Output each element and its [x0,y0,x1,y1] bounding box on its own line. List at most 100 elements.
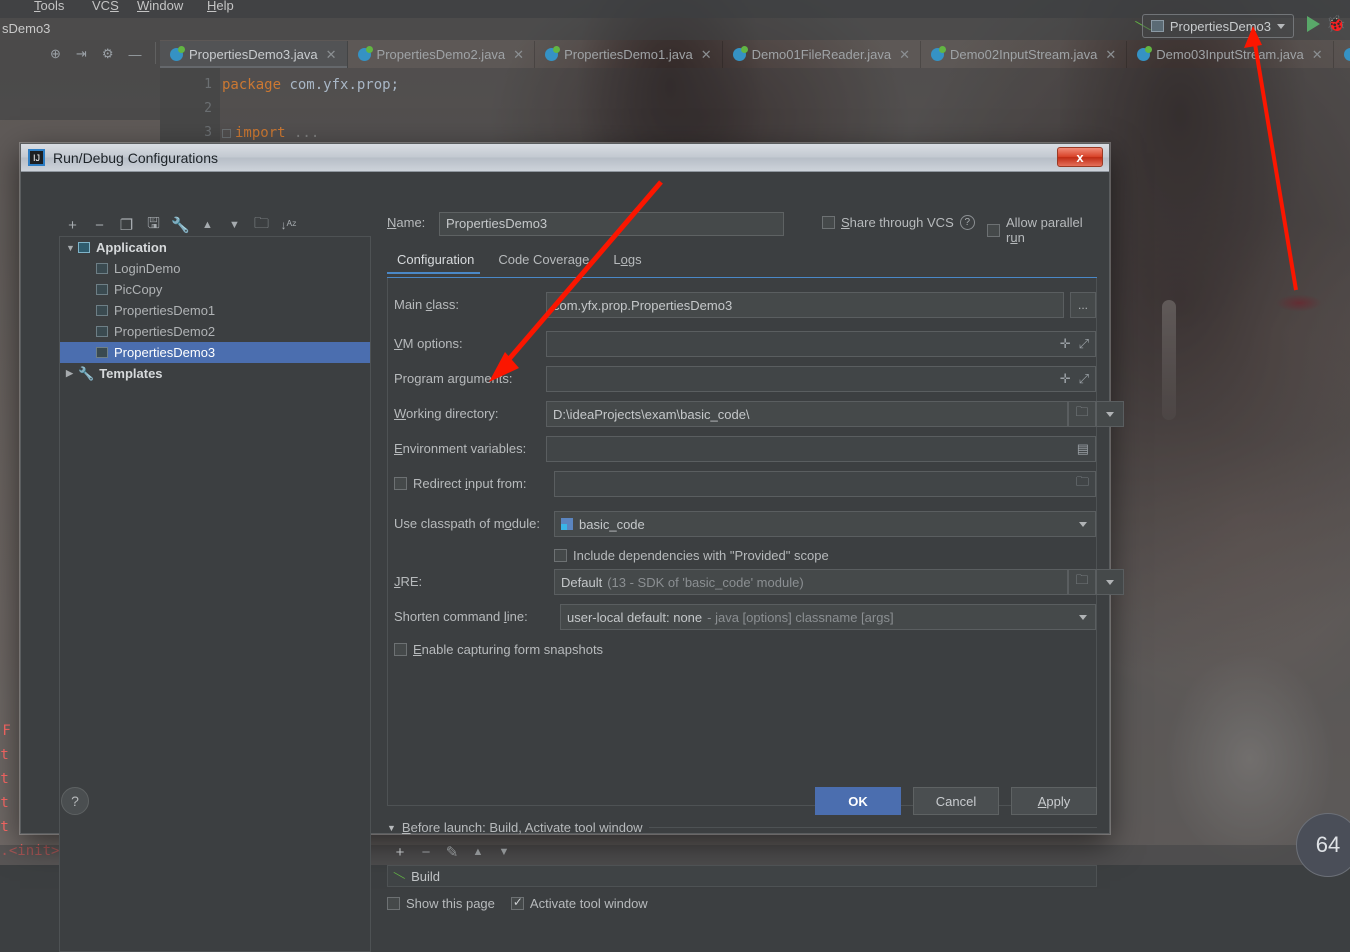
close-icon[interactable]: ✕ [1312,47,1323,63]
checkbox-box[interactable] [394,642,407,656]
before-launch-task-list[interactable]: ⟍ Build [387,865,1097,887]
before-launch-header[interactable]: ▼ Before launch: Build, Activate tool wi… [387,820,1097,835]
run-configuration-selector[interactable]: PropertiesDemo3 [1141,14,1294,38]
collapse-all-icon[interactable]: ⇥ [76,46,87,62]
close-icon[interactable]: ✕ [326,47,337,63]
include-provided-checkbox[interactable]: Include dependencies with "Provided" sco… [554,548,829,563]
working-directory-dropdown[interactable] [1096,401,1124,427]
checkbox-box[interactable] [822,216,835,229]
close-icon[interactable]: x [1057,147,1103,167]
chevron-down-icon[interactable]: ▼ [387,823,396,833]
copy-icon[interactable]: ❐ [113,216,140,234]
tab-configuration[interactable]: Configuration [387,252,488,274]
menu-item-window[interactable]: Window [137,0,183,13]
editor-tab-demo02inputstream[interactable]: Demo02InputStream.java ✕ [921,41,1128,68]
tree-item-propertiesdemo3[interactable]: PropertiesDemo3 [60,342,370,363]
menu-item-tools[interactable]: TToolsools [34,0,64,13]
checkbox-box[interactable] [987,223,1000,237]
browse-main-class-button[interactable]: ... [1070,292,1096,318]
chevron-down-icon[interactable]: ▼ [66,243,78,253]
environment-variables-input[interactable]: ▤ [546,436,1096,462]
debug-bug-icon[interactable]: 🐞 [1326,14,1346,34]
add-icon[interactable]: + [59,217,86,234]
working-directory-input[interactable]: D:\ideaProjects\exam\basic_code\ [546,401,1068,427]
env-list-icon[interactable]: ▤ [1077,441,1089,457]
tab-logs[interactable]: Logs [603,252,655,274]
tree-group-application[interactable]: ▼ Application [60,237,370,258]
ok-button[interactable]: OK [815,787,901,815]
share-through-vcs-checkbox[interactable]: Share through VCS ? [822,215,975,230]
main-class-input[interactable]: com.yfx.prop.PropertiesDemo3 [546,292,1064,318]
chevron-down-icon[interactable] [1277,23,1285,29]
navbar-breadcrumb: sDemo3 [2,21,51,36]
editor-tab-demo03inputstream[interactable]: Demo03InputStream.java ✕ [1127,41,1334,68]
help-button[interactable]: ? [61,787,89,815]
sort-alphabetically-icon[interactable]: ↓ᴬᶻ [275,218,302,232]
macro-plus-icon[interactable]: ✛ [1060,336,1071,352]
configurations-tree[interactable]: ▼ Application LoginDemo PicCopy Properti… [59,236,371,952]
jre-dropdown[interactable] [1096,569,1124,595]
new-folder-icon[interactable]: 🗀 [248,213,275,238]
dialog-title-bar[interactable]: IJ Run/Debug Configurations x [21,144,1109,172]
tab-code-coverage[interactable]: Code Coverage [488,252,603,274]
hide-icon[interactable]: — [128,47,141,62]
use-classpath-dropdown[interactable]: basic_code [554,511,1096,537]
editor-tab-propertiesdemo2[interactable]: PropertiesDemo2.java ✕ [348,41,536,68]
chevron-right-icon[interactable]: ▶ [66,368,78,379]
checkbox-box[interactable] [554,548,567,562]
redirect-input-field[interactable]: 🗀 [554,471,1096,497]
help-icon[interactable]: ? [959,215,975,230]
tree-group-templates[interactable]: ▶ 🔧 Templates [60,363,370,384]
program-arguments-input[interactable]: ✛ ⤢ [546,366,1096,392]
activate-tool-window-checkbox[interactable]: Activate tool window [510,895,648,911]
tree-item-propertiesdemo2[interactable]: PropertiesDemo2 [60,321,370,342]
editor-tab-demo01filereader[interactable]: Demo01FileReader.java ✕ [723,41,921,68]
enable-snapshots-checkbox[interactable]: Enable capturing form snapshots [394,642,603,657]
fold-icon[interactable] [222,128,231,138]
editor-tab-propertiesdemo1[interactable]: PropertiesDemo1.java ✕ [535,41,723,68]
folder-icon[interactable]: 🗀 [1076,473,1089,495]
tree-item-label: LoginDemo [114,261,181,276]
close-icon[interactable]: ✕ [701,47,712,63]
vm-options-input[interactable]: ✛ ⤢ [546,331,1096,357]
tree-item-propertiesdemo1[interactable]: PropertiesDemo1 [60,300,370,321]
browse-jre-button[interactable]: 🗀 [1068,569,1096,595]
close-icon[interactable]: ✕ [899,47,910,63]
close-icon[interactable]: ✕ [1105,47,1116,63]
shorten-command-line-dropdown[interactable]: user-local default: none - java [options… [560,604,1096,630]
close-icon[interactable]: ✕ [513,47,524,63]
add-task-icon[interactable]: + [387,844,413,861]
browse-working-directory-button[interactable]: 🗀 [1068,401,1096,427]
jre-input[interactable]: Default (13 - SDK of 'basic_code' module… [554,569,1068,595]
shorten-command-line-row: Shorten command line: user-local default… [388,604,1096,630]
menu-item-vcs[interactable]: VCS [92,0,119,13]
dialog-title: Run/Debug Configurations [53,149,218,166]
apply-button[interactable]: Apply [1011,787,1097,815]
move-down-icon[interactable]: ▼ [221,219,248,231]
console-line: St [0,747,9,763]
name-input[interactable]: PropertiesDemo3 [439,212,784,236]
checkbox-box[interactable] [394,477,407,490]
settings-gear-icon[interactable]: ⚙ [102,46,114,62]
move-up-icon[interactable]: ▲ [194,219,221,231]
tree-item-logindemo[interactable]: LoginDemo [60,258,370,279]
edit-templates-wrench-icon[interactable]: 🔧 [167,216,194,234]
expand-icon[interactable]: ⤢ [1079,371,1089,387]
run-play-icon[interactable] [1307,16,1320,32]
expand-icon[interactable]: ⤢ [1079,336,1089,352]
macro-plus-icon[interactable]: ✛ [1060,371,1071,387]
main-class-row: Main class: com.yfx.prop.PropertiesDemo3… [388,292,1096,318]
locate-icon[interactable]: ⊕ [50,46,61,62]
editor-tab-propertiesdemo3[interactable]: PropertiesDemo3.java ✕ [160,41,348,68]
show-this-page-checkbox[interactable]: Show this page [387,896,495,911]
redirect-input-checkbox[interactable]: Redirect input from: [394,476,526,491]
checkbox-box[interactable] [510,895,524,910]
menu-item-help[interactable]: Help [207,0,234,13]
allow-parallel-run-checkbox[interactable]: Allow parallel run [987,215,1097,245]
tree-item-piccopy[interactable]: PicCopy [60,279,370,300]
editor-tab-piccopy[interactable]: PicCopy. [1334,41,1350,68]
cancel-button[interactable]: Cancel [913,787,999,815]
remove-icon[interactable]: − [86,217,113,234]
save-icon[interactable]: 🖫 [140,213,167,238]
checkbox-box[interactable] [387,897,400,910]
